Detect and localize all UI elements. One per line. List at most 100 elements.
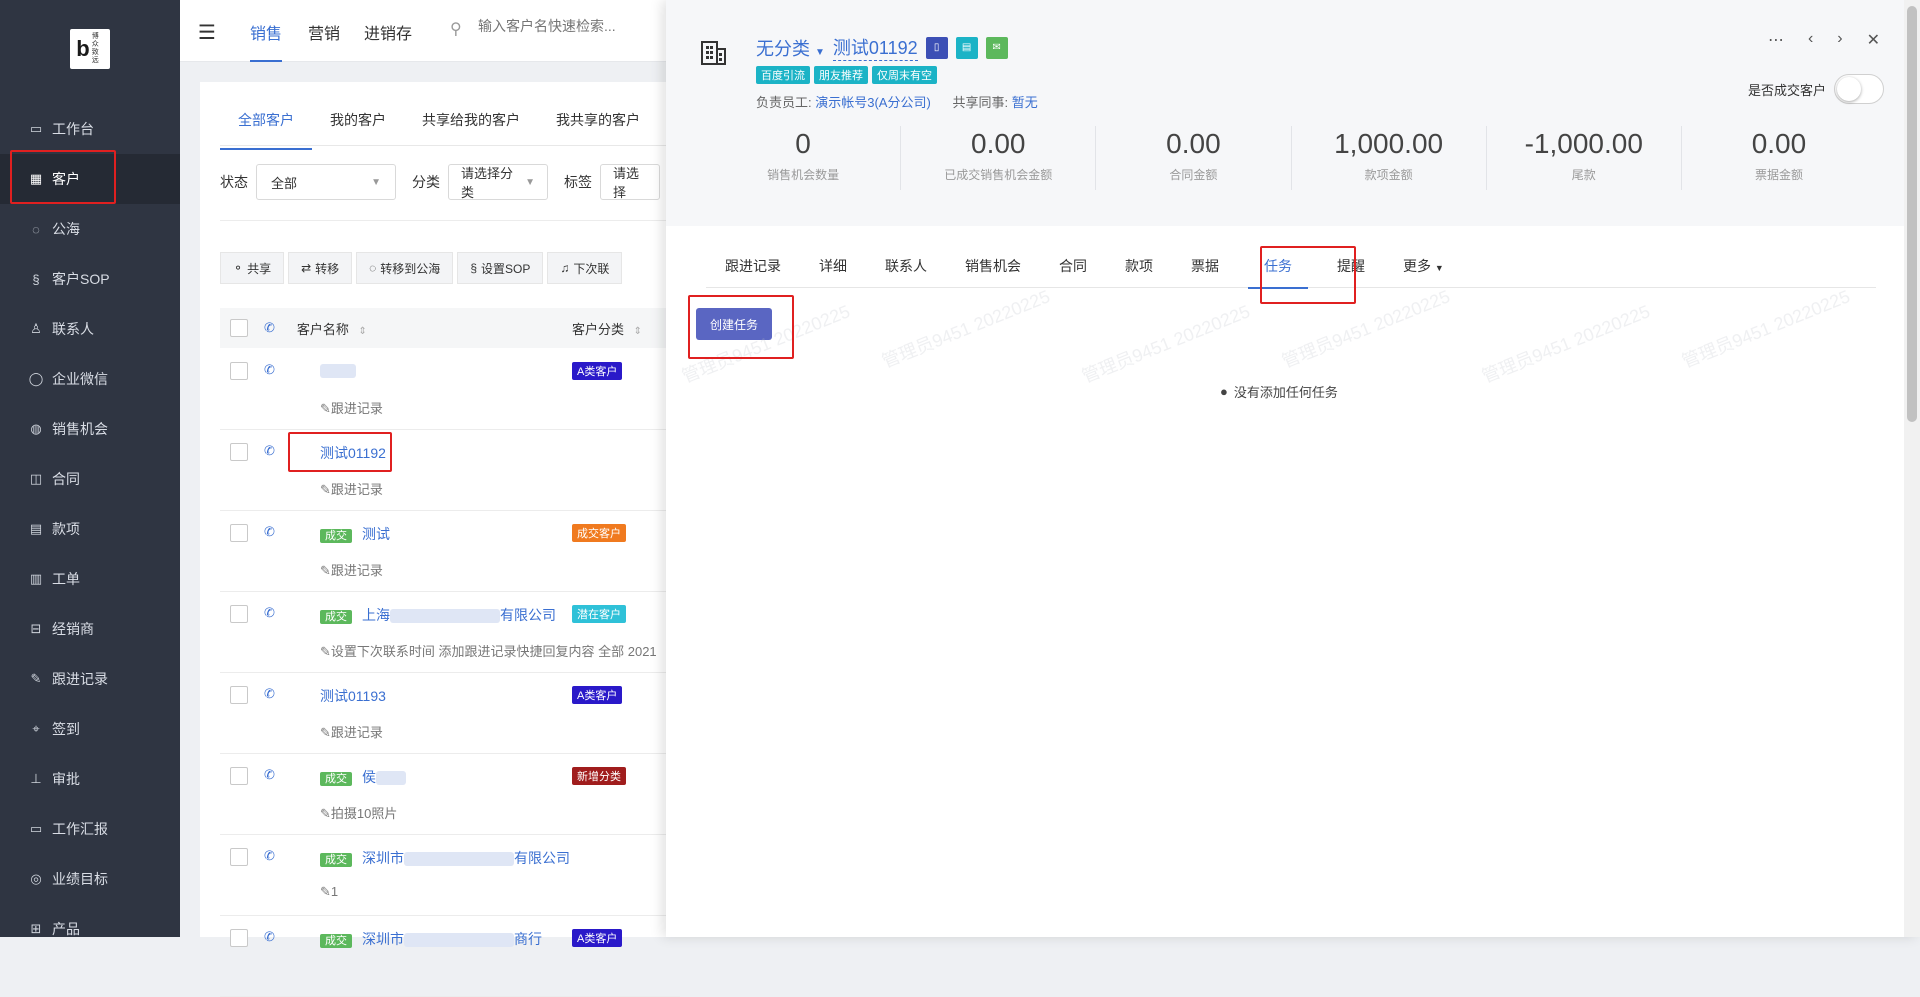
sidebar-item-ticket[interactable]: ▥ 工单 [0,554,180,604]
tab-shared-by-me[interactable]: 我共享的客户 [538,110,658,142]
sidebar-item-contract[interactable]: ◫ 合同 [0,454,180,504]
table-row[interactable]: ✆ A类客户 ✎跟进记录 [220,350,680,430]
tab-reminders[interactable]: 提醒 [1318,250,1384,288]
tab-my-customers[interactable]: 我的客户 [312,110,404,142]
table-row[interactable]: ✆ 测试01192 ✎跟进记录 [220,431,680,511]
row-checkbox[interactable] [230,362,248,380]
edit-icon: ✎ [320,725,331,740]
tab-tasks[interactable]: 任务 [1238,250,1318,289]
select-all-checkbox[interactable] [230,319,248,337]
tab-sales[interactable]: 销售 [250,20,283,62]
followup-label: 跟进记录 [330,401,383,416]
tab-all-customers[interactable]: 全部客户 [220,110,312,150]
menu-toggle-icon[interactable]: ☰ [198,20,216,45]
chevron-left-icon[interactable]: ‹ [1808,30,1813,50]
phone-icon[interactable]: ✆ [264,767,275,783]
status-select[interactable]: 全部 ▼ [256,164,396,200]
sidebar-item-payment[interactable]: ▤ 款项 [0,504,180,554]
sort-icon[interactable]: ⇕ [634,326,642,337]
mobile-icon[interactable]: ▯ [925,36,948,59]
sidebar-item-sea[interactable]: ◌ 公海 [0,204,180,254]
phone-icon[interactable]: ✆ [264,605,275,621]
phone-icon[interactable]: ✆ [264,524,275,540]
share-value[interactable]: 暂无 [1012,95,1038,110]
scrollbar-thumb[interactable] [1907,6,1917,422]
customer-name-link[interactable]: 成交侯 [320,767,406,787]
phone-icon[interactable]: ✆ [264,362,275,378]
tab-shared-to-me[interactable]: 共享给我的客户 [404,110,538,142]
sidebar-item-checkin[interactable]: ⌖ 签到 [0,704,180,754]
owner-link[interactable]: 演示帐号3(A分公司) [815,95,931,110]
tag-select[interactable]: 请选择 [600,164,660,200]
move-to-sea-button[interactable]: ◌ 转移到公海 [356,252,454,284]
tab-opportunities[interactable]: 销售机会 [946,250,1040,288]
table-row[interactable]: ✆ 成交侯 新增分类 ✎拍摄10照片 [220,755,680,835]
customer-name-link[interactable] [320,362,356,379]
table-row[interactable]: ✆ 成交 深圳市 有限公司 ✎1 [220,836,680,916]
column-header-name[interactable]: 客户名称 ⇕ [297,319,367,338]
customer-name-link[interactable]: 成交 深圳市 有限公司 [320,848,570,868]
blurred-name [404,852,514,867]
sidebar-item-customer[interactable]: ▦ 客户 [0,154,180,204]
category-select[interactable]: 请选择分类 ▼ [448,164,548,200]
customer-name-editable[interactable]: 测试01192 [832,34,918,61]
tab-followup[interactable]: 跟进记录 [706,250,800,288]
sort-icon[interactable]: ⇕ [359,326,367,337]
phone-icon[interactable]: ✆ [264,929,275,945]
column-header-category[interactable]: 客户分类 ⇕ [572,319,642,338]
table-row[interactable]: ✆ 成交 测试 成交客户 ✎跟进记录 [220,512,680,592]
row-checkbox[interactable] [230,443,248,461]
next-contact-button[interactable]: ♫ 下次联 [547,252,623,284]
sidebar-item-product[interactable]: ⊞ 产品 [0,904,180,954]
scrollbar[interactable] [1904,0,1920,937]
close-icon[interactable]: ✕ [1867,30,1880,50]
sidebar-item-followup[interactable]: ✎ 跟进记录 [0,654,180,704]
customer-name-link[interactable]: 成交 上海 有限公司 [320,605,556,625]
sidebar-item-report[interactable]: ▭ 工作汇报 [0,804,180,854]
sidebar-item-opportunity[interactable]: ◍ 销售机会 [0,404,180,454]
tab-more[interactable]: 更多 ▼ [1384,250,1463,288]
tab-marketing[interactable]: 营销 [308,20,340,44]
sidebar-item-wechat[interactable]: ◯ 企业微信 [0,354,180,404]
sidebar-item-target[interactable]: ◎ 业绩目标 [0,854,180,904]
tab-invoices[interactable]: 票据 [1172,250,1238,288]
table-row[interactable]: ✆ 测试01193 A类客户 ✎跟进记录 [220,674,680,754]
tab-contacts[interactable]: 联系人 [866,250,946,288]
tab-payments[interactable]: 款项 [1106,250,1172,288]
tab-detail[interactable]: 详细 [800,250,866,288]
more-icon[interactable]: ⋯ [1768,30,1784,50]
sidebar-item-sop[interactable]: § 客户SOP [0,254,180,304]
sidebar-item-workbench[interactable]: ▭ 工作台 [0,104,180,154]
customer-name-link[interactable]: 成交 测试 [320,524,390,544]
sidebar-item-contact[interactable]: ♙ 联系人 [0,304,180,354]
row-checkbox[interactable] [230,524,248,542]
customer-name-link[interactable]: 测试01193 [320,686,386,706]
phone-icon[interactable]: ✆ [264,686,275,702]
category-dropdown[interactable]: 无分类 ▼ [756,35,825,61]
row-checkbox[interactable] [230,767,248,785]
set-sop-button[interactable]: § 设置SOP [457,252,544,284]
customer-name-link[interactable]: 测试01192 [320,443,386,463]
row-checkbox[interactable] [230,929,248,947]
chevron-right-icon[interactable]: › [1837,30,1842,50]
sidebar-item-dealer[interactable]: ⊟ 经销商 [0,604,180,654]
phone-icon[interactable]: ✆ [264,443,275,459]
sidebar-item-approval[interactable]: ⊥ 审批 [0,754,180,804]
table-row[interactable]: ✆ 成交 上海 有限公司 潜在客户 ✎设置下次联系时间 添加跟进记录快捷回复内容 全… [220,593,680,673]
tab-inventory[interactable]: 进销存 [364,20,412,44]
row-checkbox[interactable] [230,605,248,623]
row-checkbox[interactable] [230,686,248,704]
phone-icon[interactable]: ✆ [264,848,275,864]
table-row[interactable]: ✆ 成交 深圳市 商行 A类客户 [220,917,680,997]
create-task-button[interactable]: 创建任务 [696,308,773,340]
customer-name-link[interactable]: 成交 深圳市 商行 [320,929,542,949]
search-input[interactable] [478,18,678,34]
mail-icon[interactable]: ✉ [985,36,1008,59]
message-icon[interactable]: ▤ [955,36,978,59]
deal-toggle-switch[interactable] [1834,74,1884,104]
tab-contracts[interactable]: 合同 [1040,250,1106,288]
share-button[interactable]: ⚬ 共享 [220,252,285,284]
transfer-button[interactable]: ⇄ 转移 [288,252,353,284]
row-checkbox[interactable] [230,848,248,866]
sidebar-item-label: 工作汇报 [52,821,108,837]
